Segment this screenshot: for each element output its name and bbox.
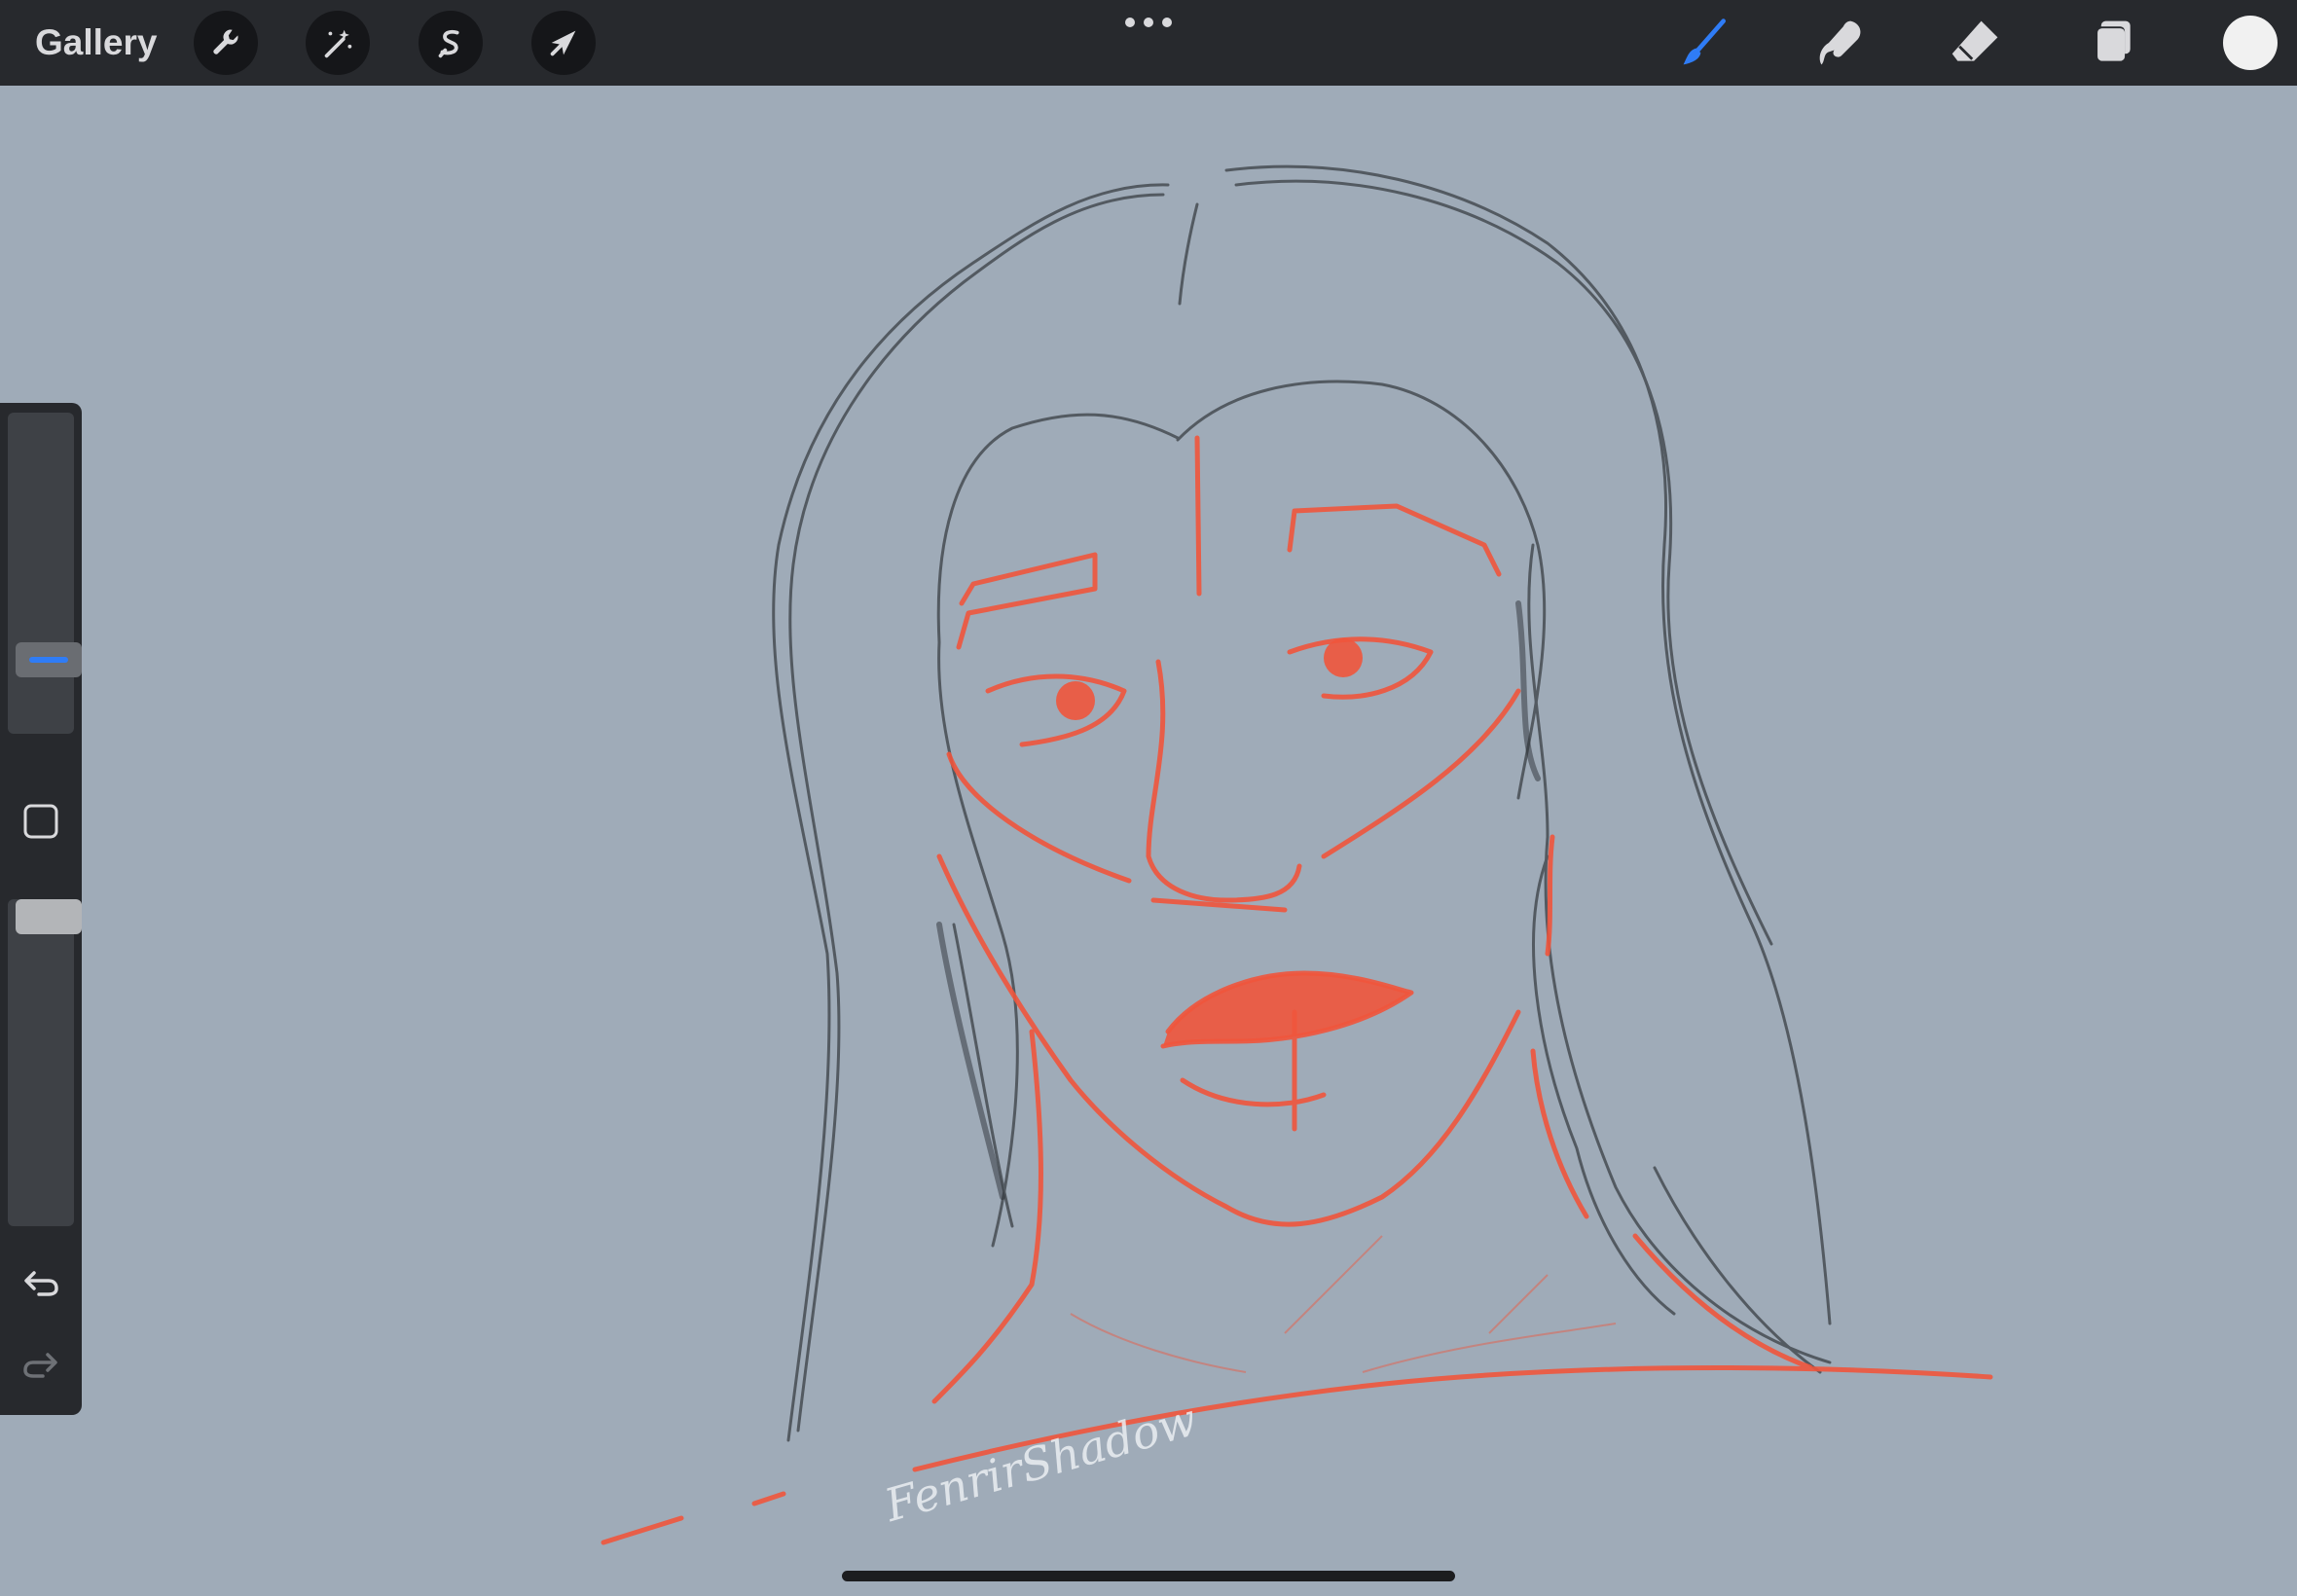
- home-indicator[interactable]: [842, 1571, 1455, 1581]
- layers-icon: [2096, 20, 2131, 61]
- gallery-button[interactable]: Gallery: [35, 19, 157, 66]
- brush-size-slider[interactable]: [8, 413, 82, 734]
- redo-arrow-icon[interactable]: [19, 1341, 62, 1384]
- opacity-thumb[interactable]: [16, 899, 82, 934]
- magic-wand-icon: [324, 29, 352, 58]
- smudge-finger-icon: [1819, 20, 1861, 65]
- sketch-artwork: [601, 164, 1993, 1545]
- opacity-slider[interactable]: [8, 899, 82, 1226]
- left-sidebar: [0, 403, 82, 1415]
- adjustments-button[interactable]: [306, 11, 370, 75]
- top-toolbar: Gallery: [0, 0, 2297, 86]
- color-picker-button[interactable]: [2223, 16, 2278, 70]
- ellipsis-icon: [1125, 18, 1135, 27]
- selection-s-icon: [438, 29, 459, 58]
- right-pupil: [1324, 638, 1363, 677]
- undo-arrow-icon[interactable]: [19, 1259, 62, 1302]
- transform-button[interactable]: [531, 11, 596, 75]
- eraser-icon: [1951, 20, 1998, 61]
- brush-icon: [1683, 18, 1726, 65]
- layers-tool-button[interactable]: [2083, 14, 2141, 72]
- wrench-icon: [213, 29, 238, 54]
- eraser-tool-button[interactable]: [1947, 14, 2005, 72]
- left-pupil: [1056, 681, 1095, 720]
- square-modify-icon[interactable]: [21, 802, 60, 841]
- brush-tool-button[interactable]: [1676, 14, 1734, 72]
- arrow-cursor-icon: [550, 30, 576, 56]
- actions-button[interactable]: [194, 11, 258, 75]
- drawing-canvas[interactable]: FenrirShadow: [0, 86, 2297, 1596]
- selection-button[interactable]: [419, 11, 483, 75]
- more-options-button[interactable]: [1125, 16, 1172, 29]
- smudge-tool-button[interactable]: [1812, 14, 1871, 72]
- brush-size-thumb[interactable]: [16, 642, 82, 677]
